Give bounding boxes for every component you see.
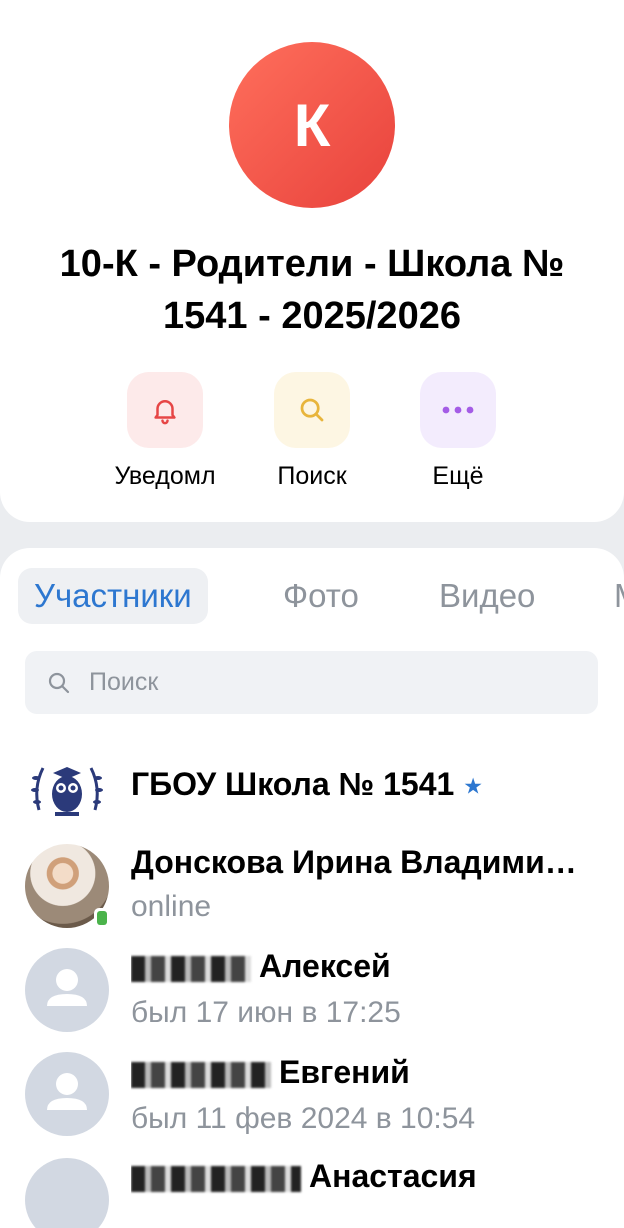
search-action-label: Поиск bbox=[277, 462, 347, 490]
notifications-label: Уведомл bbox=[114, 462, 216, 490]
search-action-button[interactable]: Поиск bbox=[247, 372, 377, 491]
redacted-text bbox=[131, 1165, 301, 1192]
search-icon bbox=[274, 372, 350, 448]
default-avatar bbox=[25, 1158, 109, 1228]
chat-avatar[interactable]: К bbox=[229, 42, 395, 208]
search-icon bbox=[47, 671, 71, 700]
member-row[interactable]: ГБОУ Школа № 1541 ★ bbox=[0, 742, 624, 842]
member-name: Евгений bbox=[131, 1054, 410, 1091]
redacted-text bbox=[131, 955, 251, 982]
person-icon bbox=[47, 1073, 87, 1110]
tab-bar: Участники Фото Видео М bbox=[18, 568, 624, 624]
member-name: Анастасия bbox=[131, 1158, 477, 1195]
member-row[interactable]: Донскова Ирина Владимировна online bbox=[0, 840, 624, 940]
member-status: online bbox=[131, 890, 212, 923]
online-indicator bbox=[94, 908, 110, 928]
notifications-button[interactable]: Уведомл bbox=[100, 372, 230, 491]
search-placeholder: Поиск bbox=[89, 668, 159, 696]
default-avatar bbox=[25, 948, 109, 1032]
default-avatar bbox=[25, 1052, 109, 1136]
more-icon bbox=[420, 372, 496, 448]
member-status: был 11 фев 2024 в 10:54 bbox=[131, 1102, 476, 1135]
chat-title: 10-К - Родители - Школа № 1541 - 2025/20… bbox=[59, 243, 565, 337]
redacted-text bbox=[131, 1061, 271, 1088]
school-logo bbox=[25, 748, 109, 832]
member-name: Донскова Ирина Владимировна bbox=[131, 844, 591, 880]
verified-star-icon: ★ bbox=[463, 773, 483, 799]
member-name: ГБОУ Школа № 1541 ★ bbox=[131, 766, 483, 802]
member-status: был 17 июн в 17:25 bbox=[131, 996, 401, 1029]
member-row[interactable]: Анастасия bbox=[0, 1154, 624, 1228]
members-card: Участники Фото Видео М Поиск bbox=[0, 548, 624, 1228]
member-search-input[interactable]: Поиск bbox=[25, 651, 598, 714]
member-row[interactable]: Евгений был 11 фев 2024 в 10:54 bbox=[0, 1050, 624, 1150]
chat-header-card: К 10-К - Родители - Школа № 1541 - 2025/… bbox=[0, 0, 624, 522]
tab-more-truncated[interactable]: М bbox=[598, 568, 624, 624]
tab-photo[interactable]: Фото bbox=[267, 568, 375, 624]
member-name: Алексей bbox=[131, 948, 391, 985]
person-icon bbox=[47, 969, 87, 1006]
tab-video[interactable]: Видео bbox=[423, 568, 551, 624]
member-row[interactable]: Алексей был 17 июн в 17:25 bbox=[0, 946, 624, 1046]
bell-icon bbox=[127, 372, 203, 448]
more-button[interactable]: Ещё bbox=[393, 372, 523, 491]
tab-members[interactable]: Участники bbox=[18, 568, 208, 624]
more-label: Ещё bbox=[432, 462, 484, 490]
